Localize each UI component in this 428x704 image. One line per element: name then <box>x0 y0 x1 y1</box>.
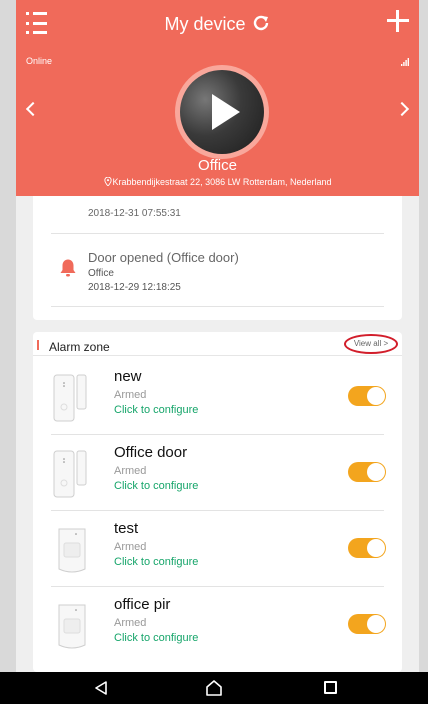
toggle-knob <box>367 539 385 557</box>
divider <box>51 233 384 234</box>
zone-state: Armed <box>114 465 147 477</box>
address-text: Krabbendijkestraat 22, 3086 LW Rotterdam… <box>112 177 332 187</box>
zone-toggle[interactable] <box>348 614 386 634</box>
event-time-partial: 2018-12-31 07:55:31 <box>88 208 181 219</box>
page-title: My device <box>164 14 246 34</box>
zone-item[interactable]: Office door Armed Click to configure <box>33 435 402 511</box>
page-title-wrap: My device <box>16 12 419 36</box>
recent-apps-icon[interactable] <box>324 681 337 694</box>
previous-device-icon[interactable] <box>25 101 41 117</box>
zone-name: test <box>114 520 139 537</box>
refresh-icon[interactable] <box>251 13 271 33</box>
zone-state: Armed <box>114 389 147 401</box>
zone-name: Office door <box>114 444 188 461</box>
zone-item[interactable]: test Armed Click to configure <box>33 511 402 587</box>
configure-link[interactable]: Click to configure <box>114 632 198 644</box>
home-icon[interactable] <box>205 680 223 696</box>
alarm-zone-header: Alarm zone View all > <box>33 332 402 356</box>
view-all-link[interactable]: View all > <box>344 334 398 354</box>
location-pin-icon <box>103 177 112 186</box>
zone-toggle[interactable] <box>348 462 386 482</box>
device-name: Office <box>198 157 237 174</box>
camera-thumbnail <box>180 70 264 154</box>
divider <box>51 306 384 307</box>
zone-item[interactable]: new Armed Click to configure <box>33 359 402 435</box>
alarm-zone-title: Alarm zone <box>49 340 110 354</box>
zone-name: office pir <box>114 596 171 613</box>
door-sensor-icon <box>53 450 87 498</box>
zone-toggle[interactable] <box>348 386 386 406</box>
device-address: Krabbendijkestraat 22, 3086 LW Rotterdam… <box>16 177 419 187</box>
online-status: Online <box>26 56 53 66</box>
section-accent <box>37 340 39 350</box>
next-device-icon[interactable] <box>394 101 410 117</box>
door-sensor-icon <box>53 374 87 422</box>
zone-state: Armed <box>114 617 147 629</box>
camera-preview[interactable] <box>175 65 269 159</box>
zone-toggle[interactable] <box>348 538 386 558</box>
system-nav-bar <box>0 672 428 704</box>
toggle-knob <box>367 615 385 633</box>
pir-sensor-icon <box>58 528 86 573</box>
event-location: Office <box>88 268 114 279</box>
zone-name: new <box>114 368 142 385</box>
configure-link[interactable]: Click to configure <box>114 480 198 492</box>
events-card: 2018-12-31 07:55:31 Door opened (Office … <box>33 196 402 320</box>
event-title[interactable]: Door opened (Office door) <box>88 250 239 265</box>
configure-link[interactable]: Click to configure <box>114 404 198 416</box>
device-header: My device Online Office Krabbendijkestra… <box>16 0 419 196</box>
event-time: 2018-12-29 12:18:25 <box>88 282 181 293</box>
play-icon[interactable] <box>212 94 240 130</box>
add-device-button[interactable] <box>385 8 411 34</box>
toggle-knob <box>367 463 385 481</box>
bell-icon <box>60 259 76 277</box>
back-icon[interactable] <box>94 681 108 695</box>
toggle-knob <box>367 387 385 405</box>
configure-link[interactable]: Click to configure <box>114 556 198 568</box>
app-screen: My device Online Office Krabbendijkestra… <box>16 0 419 704</box>
alarm-zone-card: Alarm zone View all > new Armed Click to… <box>33 332 402 672</box>
zone-item[interactable]: office pir Armed Click to configure <box>33 587 402 663</box>
zone-state: Armed <box>114 541 147 553</box>
signal-icon <box>401 58 409 66</box>
pir-sensor-icon <box>58 604 86 649</box>
